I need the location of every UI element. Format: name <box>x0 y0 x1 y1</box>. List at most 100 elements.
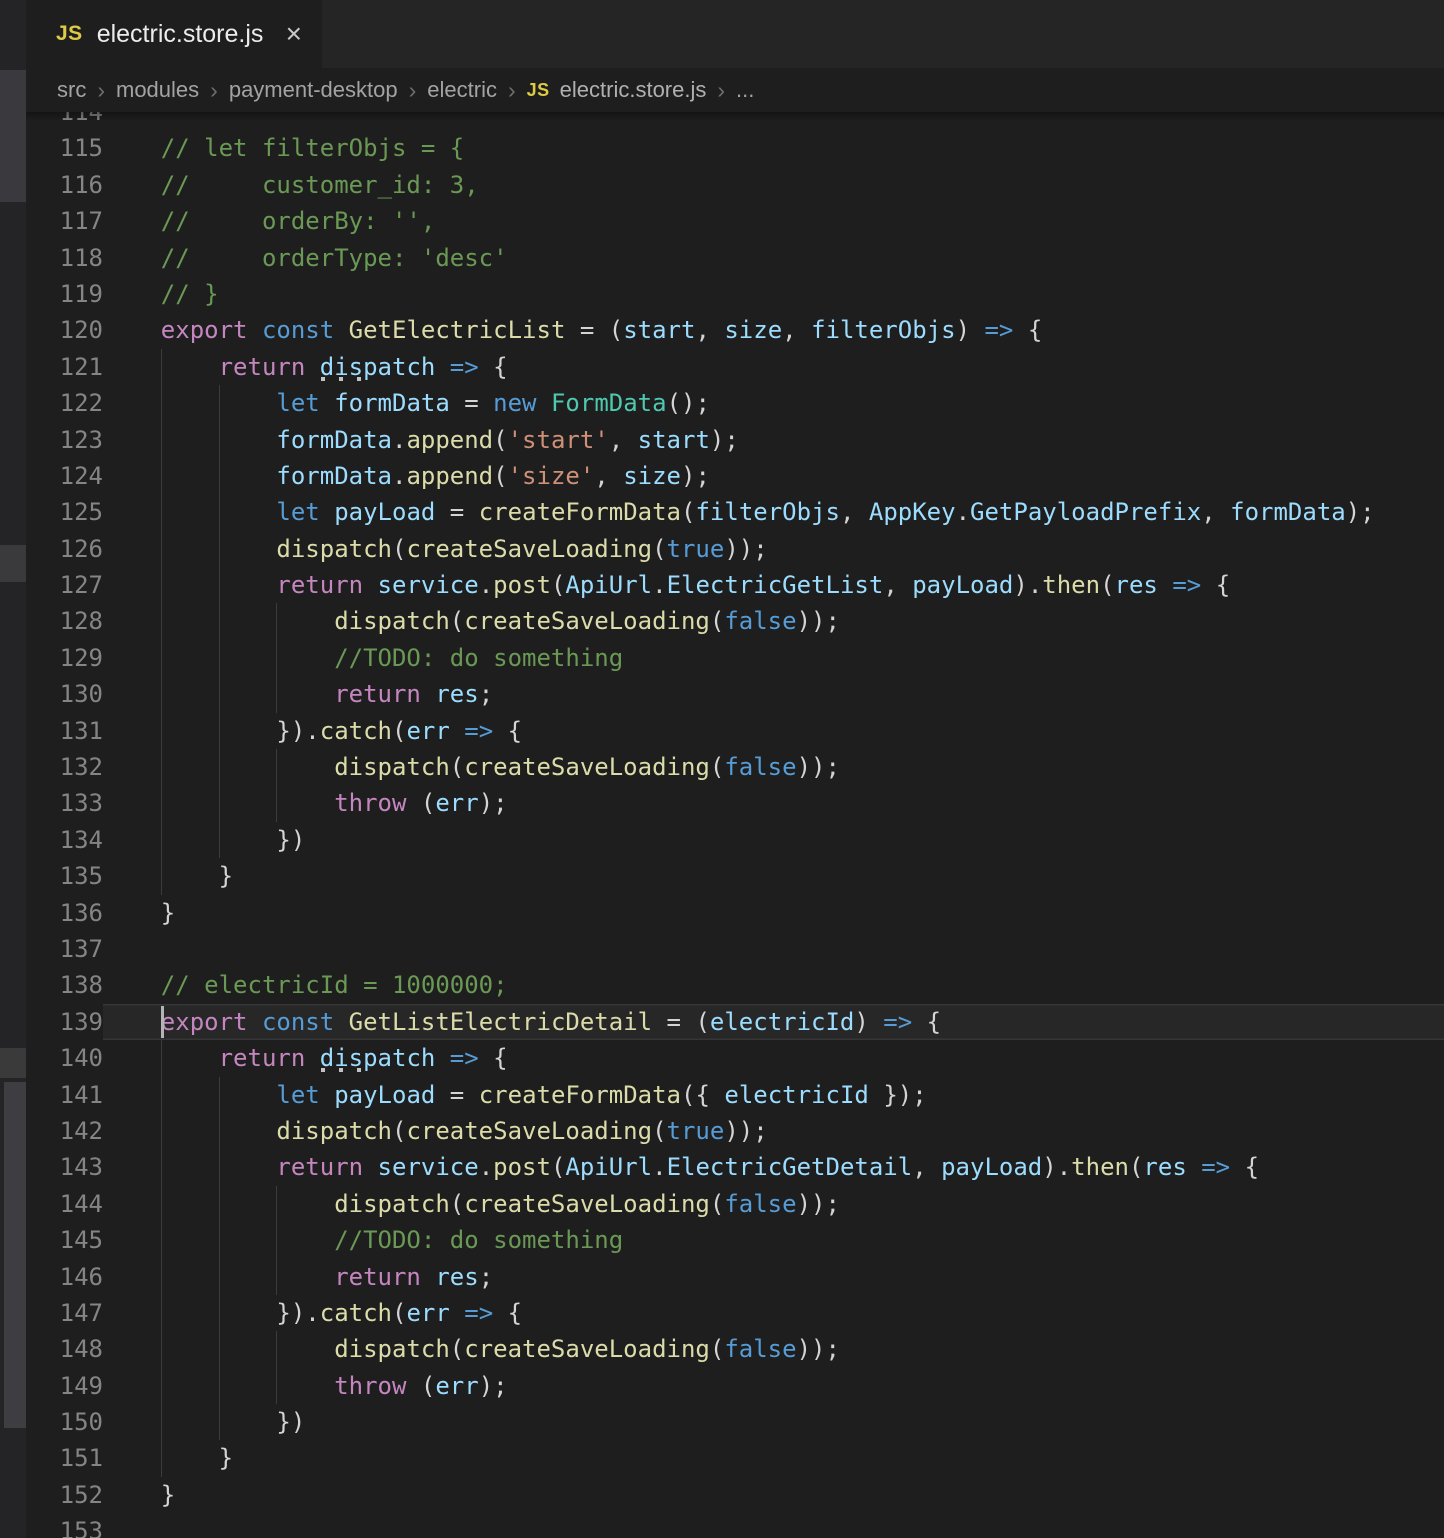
line-number[interactable]: 127 <box>26 567 103 603</box>
line-number[interactable]: 147 <box>26 1295 103 1331</box>
code-line[interactable]: 119 // } <box>26 276 1444 312</box>
code-line[interactable]: 130 return res; <box>26 676 1444 712</box>
code-line[interactable]: 136 } <box>26 895 1444 931</box>
code-line[interactable]: 131 }).catch(err => { <box>26 713 1444 749</box>
code-line[interactable]: 125 let payLoad = createFormData(filterO… <box>26 494 1444 530</box>
code-line-content[interactable] <box>103 1513 1444 1538</box>
breadcrumb-item-payment-desktop[interactable]: payment-desktop <box>229 77 398 103</box>
line-number[interactable]: 126 <box>26 531 103 567</box>
line-number[interactable]: 152 <box>26 1477 103 1513</box>
code-line[interactable]: 128 dispatch(createSaveLoading(false)); <box>26 603 1444 639</box>
code-line[interactable]: 138 // electricId = 1000000; <box>26 967 1444 1003</box>
code-line[interactable]: 137 <box>26 931 1444 967</box>
code-line-content[interactable]: return dispatch => { <box>103 1040 1444 1076</box>
line-number[interactable]: 137 <box>26 931 103 967</box>
code-line[interactable]: 146 return res; <box>26 1259 1444 1295</box>
line-number[interactable]: 153 <box>26 1513 103 1538</box>
code-line-content[interactable]: dispatch(createSaveLoading(false)); <box>103 603 1444 639</box>
code-line-content[interactable]: // orderBy: '', <box>103 203 1444 239</box>
code-line-content[interactable] <box>103 931 1444 967</box>
line-number[interactable]: 141 <box>26 1077 103 1113</box>
code-line-content[interactable]: throw (err); <box>103 785 1444 821</box>
code-line-content[interactable]: throw (err); <box>103 1368 1444 1404</box>
code-line-content[interactable]: return res; <box>103 676 1444 712</box>
code-line-content[interactable]: dispatch(createSaveLoading(true)); <box>103 531 1444 567</box>
breadcrumb-item-more[interactable]: ... <box>736 77 754 103</box>
line-number[interactable]: 151 <box>26 1440 103 1476</box>
close-icon[interactable]: × <box>270 20 302 48</box>
code-line[interactable]: 122 let formData = new FormData(); <box>26 385 1444 421</box>
code-line-content[interactable]: dispatch(createSaveLoading(false)); <box>103 1331 1444 1367</box>
code-line-content[interactable]: } <box>103 895 1444 931</box>
code-line[interactable]: 123 formData.append('start', start); <box>26 422 1444 458</box>
code-line-content[interactable]: let formData = new FormData(); <box>103 385 1444 421</box>
code-line-content[interactable]: }) <box>103 822 1444 858</box>
code-line[interactable]: 115 // let filterObjs = { <box>26 130 1444 166</box>
line-number[interactable]: 148 <box>26 1331 103 1367</box>
line-number[interactable]: 130 <box>26 676 103 712</box>
code-line-content[interactable]: return dispatch => { <box>103 349 1444 385</box>
code-line[interactable]: 133 throw (err); <box>26 785 1444 821</box>
code-line[interactable]: 141 let payLoad = createFormData({ elect… <box>26 1077 1444 1113</box>
line-number[interactable]: 142 <box>26 1113 103 1149</box>
code-line[interactable]: 150 }) <box>26 1404 1444 1440</box>
line-number[interactable]: 118 <box>26 240 103 276</box>
code-line[interactable]: 140 return dispatch => { <box>26 1040 1444 1076</box>
code-line[interactable]: 132 dispatch(createSaveLoading(false)); <box>26 749 1444 785</box>
line-number[interactable]: 134 <box>26 822 103 858</box>
code-line[interactable]: 148 dispatch(createSaveLoading(false)); <box>26 1331 1444 1367</box>
line-number[interactable]: 120 <box>26 312 103 348</box>
tab-electric-store-js[interactable]: JS electric.store.js × <box>26 0 322 68</box>
breadcrumb-item-file[interactable]: JS electric.store.js <box>527 77 707 103</box>
code-line-content[interactable]: export const GetListElectricDetail = (el… <box>103 1004 1444 1040</box>
line-number[interactable]: 124 <box>26 458 103 494</box>
code-line[interactable]: 153 <box>26 1513 1444 1538</box>
line-number[interactable]: 150 <box>26 1404 103 1440</box>
line-number[interactable]: 132 <box>26 749 103 785</box>
code-line-content[interactable]: let payLoad = createFormData({ electricI… <box>103 1077 1444 1113</box>
code-line-content[interactable]: // orderType: 'desc' <box>103 240 1444 276</box>
code-line-content[interactable]: dispatch(createSaveLoading(false)); <box>103 1186 1444 1222</box>
code-line-content[interactable]: let payLoad = createFormData(filterObjs,… <box>103 494 1444 530</box>
line-number[interactable]: 119 <box>26 276 103 312</box>
code-line[interactable]: 117 // orderBy: '', <box>26 203 1444 239</box>
code-line[interactable]: 126 dispatch(createSaveLoading(true)); <box>26 531 1444 567</box>
code-line[interactable]: 121 return dispatch => { <box>26 349 1444 385</box>
line-number[interactable]: 128 <box>26 603 103 639</box>
code-line[interactable]: 127 return service.post(ApiUrl.ElectricG… <box>26 567 1444 603</box>
line-number[interactable]: 145 <box>26 1222 103 1258</box>
line-number[interactable]: 116 <box>26 167 103 203</box>
code-line-content[interactable]: }).catch(err => { <box>103 1295 1444 1331</box>
code-line[interactable]: 144 dispatch(createSaveLoading(false)); <box>26 1186 1444 1222</box>
line-number[interactable]: 123 <box>26 422 103 458</box>
code-line-content[interactable]: // customer_id: 3, <box>103 167 1444 203</box>
code-line-content[interactable]: export const GetElectricList = (start, s… <box>103 312 1444 348</box>
code-line[interactable]: 116 // customer_id: 3, <box>26 167 1444 203</box>
line-number[interactable]: 129 <box>26 640 103 676</box>
line-number[interactable]: 149 <box>26 1368 103 1404</box>
line-number[interactable]: 115 <box>26 130 103 166</box>
code-line-content[interactable]: } <box>103 1477 1444 1513</box>
code-line-content[interactable]: dispatch(createSaveLoading(true)); <box>103 1113 1444 1149</box>
code-line-content[interactable]: return service.post(ApiUrl.ElectricGetLi… <box>103 567 1444 603</box>
code-line[interactable]: 145 //TODO: do something <box>26 1222 1444 1258</box>
code-line[interactable]: 139 export const GetListElectricDetail =… <box>26 1004 1444 1040</box>
code-line-content[interactable]: }).catch(err => { <box>103 713 1444 749</box>
line-number[interactable]: 135 <box>26 858 103 894</box>
code-line[interactable]: 129 //TODO: do something <box>26 640 1444 676</box>
code-line-content[interactable]: return service.post(ApiUrl.ElectricGetDe… <box>103 1149 1444 1185</box>
line-number[interactable]: 138 <box>26 967 103 1003</box>
code-line-content[interactable]: return res; <box>103 1259 1444 1295</box>
code-line[interactable]: 120 export const GetElectricList = (star… <box>26 312 1444 348</box>
code-line[interactable]: 143 return service.post(ApiUrl.ElectricG… <box>26 1149 1444 1185</box>
code-line[interactable]: 151 } <box>26 1440 1444 1476</box>
code-line[interactable]: 147 }).catch(err => { <box>26 1295 1444 1331</box>
line-number[interactable]: 131 <box>26 713 103 749</box>
code-line[interactable]: 118 // orderType: 'desc' <box>26 240 1444 276</box>
line-number[interactable]: 140 <box>26 1040 103 1076</box>
code-line-content[interactable]: }) <box>103 1404 1444 1440</box>
code-line-content[interactable]: //TODO: do something <box>103 640 1444 676</box>
code-line-content[interactable]: // let filterObjs = { <box>103 130 1444 166</box>
line-number[interactable]: 143 <box>26 1149 103 1185</box>
breadcrumb-item-modules[interactable]: modules <box>116 77 199 103</box>
